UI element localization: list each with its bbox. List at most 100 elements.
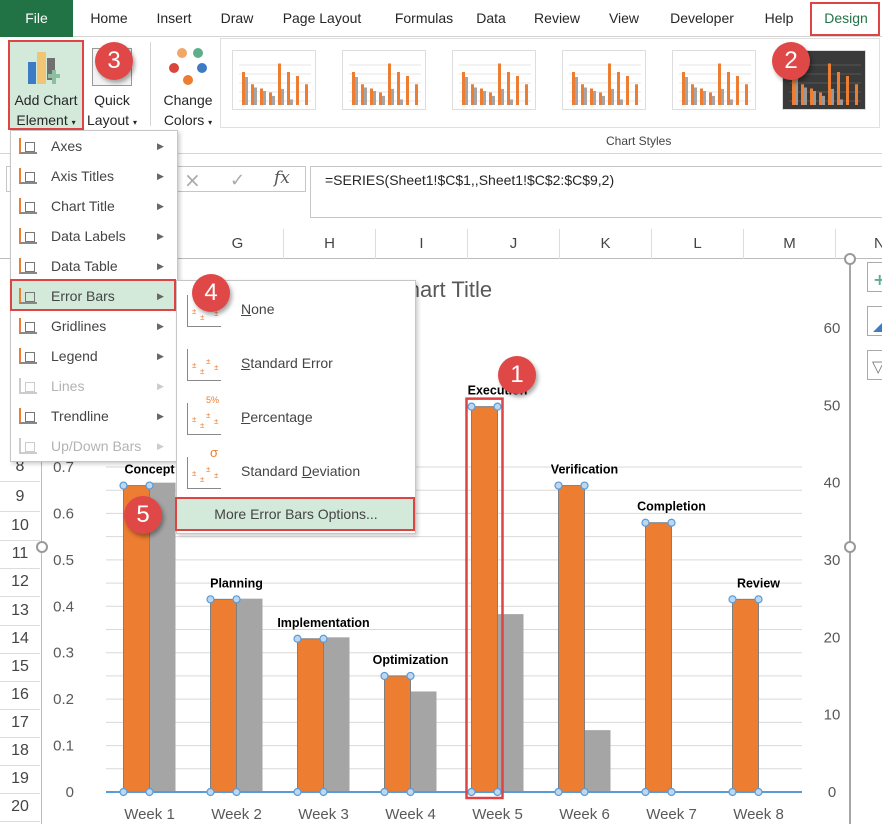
column-header-l[interactable]: L [652,229,744,259]
cancel-icon[interactable]: × [184,168,201,192]
selection-handle[interactable] [232,595,241,604]
selection-handle[interactable] [554,787,563,797]
selection-handle[interactable] [119,481,128,490]
chart-style-2[interactable] [342,50,426,110]
tab-review[interactable]: Review [524,0,590,37]
menu-item-data-labels[interactable]: Data Labels ▶ [11,221,177,251]
chart-filters-button[interactable]: ▽ [867,350,882,380]
row-header[interactable]: 10 [0,511,40,541]
selection-handle[interactable] [380,671,389,681]
bar-series-1[interactable] [210,598,237,793]
selection-handle[interactable] [667,518,676,527]
selection-handle[interactable] [554,481,563,490]
menu-item-axes[interactable]: Axes ▶ [11,131,177,161]
insert-function-icon[interactable]: fx [274,168,290,188]
bar-series-1[interactable] [384,675,411,793]
chart-style-5[interactable] [672,50,756,110]
selection-handle[interactable] [119,787,128,797]
resize-handle-right[interactable] [844,541,856,553]
selection-handle[interactable] [319,634,328,643]
bar-series-2[interactable] [584,730,611,792]
selection-handle[interactable] [293,634,302,643]
error-bars-percentage[interactable]: 5% ± ± ± ± Percentage [177,391,415,445]
row-header[interactable]: 20 [0,792,40,822]
tab-formulas[interactable]: Formulas [380,0,468,37]
column-header-m[interactable]: M [744,229,836,259]
tab-insert[interactable]: Insert [146,0,202,37]
selection-handle[interactable] [641,518,650,527]
bar-series-1[interactable] [645,522,672,793]
column-header-n[interactable]: N [836,229,882,259]
menu-item-data-table[interactable]: Data Table ▶ [11,251,177,281]
resize-handle-top-right[interactable] [844,253,856,265]
chart-style-3[interactable] [452,50,536,110]
resize-handle-left[interactable] [36,541,48,553]
menu-item-gridlines[interactable]: Gridlines ▶ [11,311,177,341]
bar-series-2[interactable] [410,691,437,792]
selection-handle[interactable] [293,787,302,797]
row-header[interactable]: 17 [0,708,40,738]
selection-handle[interactable] [493,402,502,411]
tab-help[interactable]: Help [756,0,802,37]
selection-handle[interactable] [406,671,415,681]
tab-file[interactable]: File [0,0,73,37]
column-header-g[interactable]: G [192,229,284,259]
data-label[interactable]: Implementation [277,616,369,630]
selection-handle[interactable] [406,787,415,797]
bar-series-1[interactable] [732,598,759,793]
selection-handle[interactable] [754,787,763,797]
selection-handle[interactable] [380,787,389,797]
selection-handle[interactable] [641,787,650,797]
selection-handle[interactable] [728,595,737,604]
data-label[interactable]: Verification [551,463,618,477]
data-label[interactable]: Concept [125,463,176,477]
column-header-j[interactable]: J [468,229,560,259]
selection-handle[interactable] [728,787,737,797]
tab-data[interactable]: Data [468,0,514,37]
column-header-k[interactable]: K [560,229,652,259]
selection-handle[interactable] [206,595,215,604]
menu-item-chart-title[interactable]: Chart Title ▶ [11,191,177,221]
data-label[interactable]: Completion [637,500,706,514]
bar-series-1[interactable] [297,638,324,793]
column-header-i[interactable]: I [376,229,468,259]
bar-series-1[interactable] [471,406,498,793]
chart-style-1[interactable] [232,50,316,110]
data-label[interactable]: Review [737,576,780,590]
row-header[interactable]: 13 [0,596,40,626]
selection-handle[interactable] [319,787,328,797]
bar-series-1[interactable] [558,485,585,793]
selection-handle[interactable] [667,787,676,797]
menu-item-trendline[interactable]: Trendline ▶ [11,401,177,431]
data-label[interactable]: Planning [210,576,263,590]
error-bars-standard-deviation[interactable]: σ ± ± ± ± Standard Deviation [177,445,415,499]
tab-developer[interactable]: Developer [658,0,746,37]
enter-icon[interactable]: ✓ [230,170,245,191]
selection-handle[interactable] [467,402,476,411]
bar-series-2[interactable] [323,637,350,792]
row-header[interactable]: 11 [0,539,40,569]
selection-handle[interactable] [580,481,589,490]
selection-handle[interactable] [493,787,502,797]
tab-home[interactable]: Home [80,0,138,37]
change-colors-button[interactable]: Change Colors ▾ [158,42,218,128]
data-label[interactable]: Optimization [373,653,449,667]
row-header[interactable]: 12 [0,567,40,597]
row-header[interactable]: 9 [0,482,40,512]
row-header[interactable]: 15 [0,652,40,682]
selection-handle[interactable] [580,787,589,797]
error-bars-standard-error[interactable]: ± ± ± ± Standard Error [177,337,415,391]
tab-draw[interactable]: Draw [210,0,264,37]
selection-handle[interactable] [206,787,215,797]
menu-item-legend[interactable]: Legend ▶ [11,341,177,371]
row-header[interactable]: 16 [0,680,40,710]
menu-item-axis-titles[interactable]: Axis Titles ▶ [11,161,177,191]
formula-input[interactable]: =SERIES(Sheet1!$C$1,,Sheet1!$C$2:$C$9,2) [310,166,882,218]
selection-handle[interactable] [754,595,763,604]
column-header-h[interactable]: H [284,229,376,259]
selection-handle[interactable] [145,481,154,490]
selection-handle[interactable] [232,787,241,797]
row-header[interactable]: 14 [0,624,40,654]
row-header[interactable]: 19 [0,764,40,794]
chart-elements-button[interactable]: + [867,262,882,292]
